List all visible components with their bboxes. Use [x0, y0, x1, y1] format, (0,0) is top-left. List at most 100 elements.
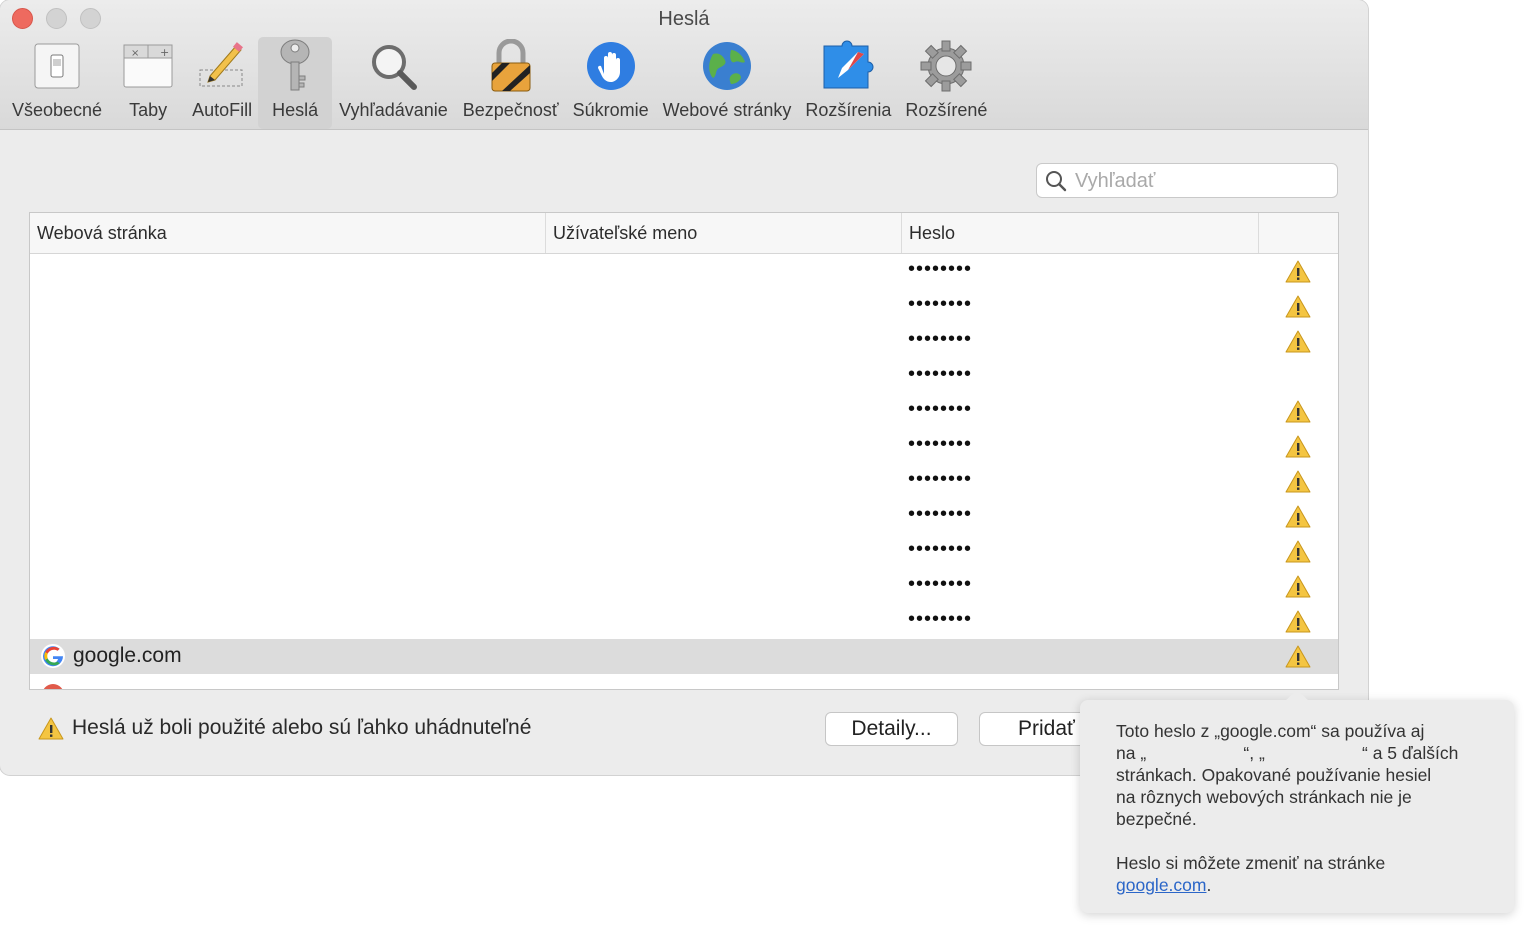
popover-line: na rôznych webových stránkach nie je	[1116, 787, 1412, 807]
table-row[interactable]: ••••••••	[30, 499, 1338, 534]
magnifier-icon	[365, 38, 421, 94]
warning-icon[interactable]	[1285, 435, 1311, 463]
warning-icon[interactable]	[1285, 575, 1311, 603]
change-password-link[interactable]: google.com	[1116, 875, 1206, 895]
tab-privacy[interactable]: Súkromie	[566, 37, 656, 129]
password-value: ••••••••	[908, 468, 973, 490]
search-input[interactable]	[1075, 168, 1325, 194]
popover-line: bezpečné.	[1116, 809, 1197, 829]
tab-label: Bezpečnosť	[462, 100, 559, 120]
preferences-toolbar: Všeobecné × + Taby AutoFill Heslá Vyhľad…	[0, 37, 994, 129]
tab-autofill[interactable]: AutoFill	[186, 37, 258, 129]
popover-change-hint: Heslo si môžete zmeniť na stránke google…	[1116, 852, 1486, 896]
site-cell: google.com	[40, 643, 182, 669]
warning-icon[interactable]	[1285, 470, 1311, 498]
table-row-selected[interactable]: google.com	[30, 639, 1338, 674]
tab-label: Taby	[129, 100, 168, 120]
password-value: ••••••••	[908, 293, 973, 315]
titlebar: Heslá Všeobecné × + Taby AutoFill Heslá …	[0, 0, 1368, 130]
table-row[interactable]: ••••••••	[30, 429, 1338, 464]
footer-warning: Heslá už boli použité alebo sú ľahko uhá…	[38, 716, 531, 740]
warning-icon[interactable]	[1285, 540, 1311, 568]
tab-tabs[interactable]: × + Taby	[110, 37, 186, 129]
gear-icon	[918, 38, 974, 94]
column-header-username[interactable]: Užívateľské meno	[545, 213, 901, 253]
password-value: ••••••••	[908, 258, 973, 280]
tab-general[interactable]: Všeobecné	[0, 37, 110, 129]
warning-icon[interactable]	[1285, 645, 1311, 673]
table-row[interactable]: ••••••••	[30, 569, 1338, 604]
popover-arrow	[1285, 690, 1309, 701]
svg-text:+: +	[160, 46, 169, 59]
tab-label: Rozšírenia	[805, 100, 892, 120]
switch-icon	[29, 38, 85, 94]
warning-icon[interactable]	[1285, 295, 1311, 323]
tab-label: Súkromie	[572, 100, 649, 120]
column-header-website[interactable]: Webová stránka	[30, 213, 545, 253]
tab-label: Vyhľadávanie	[339, 100, 448, 120]
site-favicon	[42, 684, 64, 689]
table-row[interactable]: ••••••••	[30, 394, 1338, 429]
window-title: Heslá	[658, 8, 710, 30]
pencil-icon	[194, 38, 250, 94]
puzzle-compass-icon	[820, 38, 876, 94]
tab-label: AutoFill	[192, 100, 253, 120]
svg-text:×: ×	[131, 48, 139, 59]
tabs-icon: × +	[120, 38, 176, 94]
search-icon	[1046, 171, 1067, 192]
password-value: ••••••••	[908, 363, 973, 385]
table-row[interactable]: ••••••••	[30, 324, 1338, 359]
table-row[interactable]: ••••••••	[30, 534, 1338, 569]
column-header-warning[interactable]	[1258, 213, 1338, 253]
table-row[interactable]: ••••••••	[30, 254, 1338, 289]
warning-icon[interactable]	[1285, 610, 1311, 638]
password-value: ••••••••	[908, 608, 973, 630]
tab-search[interactable]: Vyhľadávanie	[332, 37, 455, 129]
footer-warning-text: Heslá už boli použité alebo sú ľahko uhá…	[72, 716, 532, 739]
reused-password-popover: Toto heslo z „google.com“ sa používa aj …	[1080, 690, 1514, 913]
tab-security[interactable]: Bezpečnosť	[455, 37, 566, 129]
warning-icon[interactable]	[1285, 400, 1311, 428]
warning-icon[interactable]	[1285, 505, 1311, 533]
passwords-table: Webová stránka Užívateľské meno Heslo ••…	[29, 212, 1339, 690]
table-row[interactable]: ••••••••	[30, 464, 1338, 499]
password-value: ••••••••	[908, 503, 973, 525]
tab-passwords[interactable]: Heslá	[258, 37, 333, 129]
popover-line: stránkach. Opakované používanie hesiel	[1116, 765, 1432, 785]
site-name: google.com	[73, 644, 182, 667]
tab-extensions[interactable]: Rozšírenia	[798, 37, 898, 129]
table-row[interactable]: ••••••••	[30, 289, 1338, 324]
lock-icon	[483, 38, 539, 94]
warning-icon[interactable]	[1285, 330, 1311, 358]
key-icon	[267, 38, 323, 94]
hand-icon	[583, 38, 639, 94]
password-value: ••••••••	[908, 398, 973, 420]
password-value: ••••••••	[908, 433, 973, 455]
popover-change-text: Heslo si môžete zmeniť na stránke	[1116, 853, 1386, 873]
popover-line: na „ “, „ “ a 5 ďalších	[1116, 743, 1459, 763]
details-button[interactable]: Detaily...	[825, 712, 958, 746]
column-header-password[interactable]: Heslo	[901, 213, 1258, 253]
password-value: ••••••••	[908, 573, 973, 595]
popover-line: Toto heslo z „google.com“ sa používa aj	[1116, 721, 1425, 741]
tab-label: Rozšírené	[905, 100, 988, 120]
table-row[interactable]: ••••••••	[30, 604, 1338, 639]
google-icon	[41, 644, 65, 668]
table-header: Webová stránka Užívateľské meno Heslo	[30, 213, 1338, 254]
tab-websites[interactable]: Webové stránky	[656, 37, 799, 129]
tab-label: Heslá	[272, 100, 319, 120]
warning-icon	[38, 717, 64, 739]
tab-advanced[interactable]: Rozšírené	[898, 37, 994, 129]
table-row[interactable]	[30, 674, 1338, 689]
table-body: •••••••• •••••••• •••••••• •••••••• ••••••••…	[30, 254, 1338, 689]
search-field[interactable]	[1036, 163, 1338, 198]
table-row[interactable]: ••••••••	[30, 359, 1338, 394]
tab-label: Webové stránky	[662, 100, 792, 120]
warning-icon[interactable]	[1285, 260, 1311, 288]
password-value: ••••••••	[908, 328, 973, 350]
password-value: ••••••••	[908, 538, 973, 560]
popover-period: .	[1206, 875, 1212, 895]
popover-message: Toto heslo z „google.com“ sa používa aj …	[1116, 720, 1486, 830]
globe-icon	[699, 38, 755, 94]
preferences-window: Heslá Všeobecné × + Taby AutoFill Heslá …	[0, 0, 1368, 775]
